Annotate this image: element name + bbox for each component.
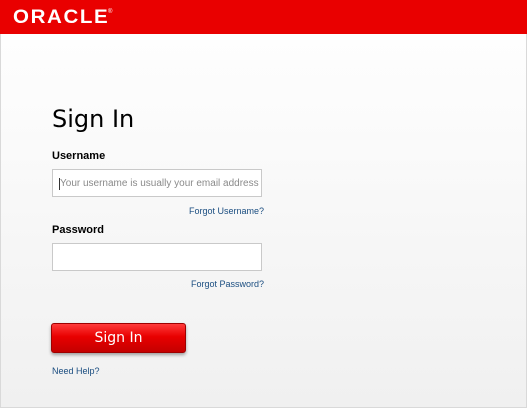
sign-in-button[interactable]: Sign In — [51, 323, 186, 353]
forgot-username-link[interactable]: Forgot Username? — [189, 206, 264, 217]
page-title: Sign In — [52, 105, 135, 133]
oracle-logo: ORACLE — [13, 7, 110, 28]
password-label: Password — [52, 224, 104, 236]
registered-mark: ® — [108, 9, 113, 15]
forgot-password-link[interactable]: Forgot Password? — [191, 279, 264, 290]
header-bar: ORACLE ® — [0, 0, 527, 34]
password-input[interactable] — [53, 244, 261, 270]
password-field-wrapper — [52, 243, 262, 271]
username-label: Username — [52, 150, 106, 162]
text-caret — [59, 178, 60, 190]
need-help-link[interactable]: Need Help? — [52, 366, 100, 377]
username-input[interactable] — [53, 170, 261, 196]
username-field-wrapper — [52, 169, 262, 197]
